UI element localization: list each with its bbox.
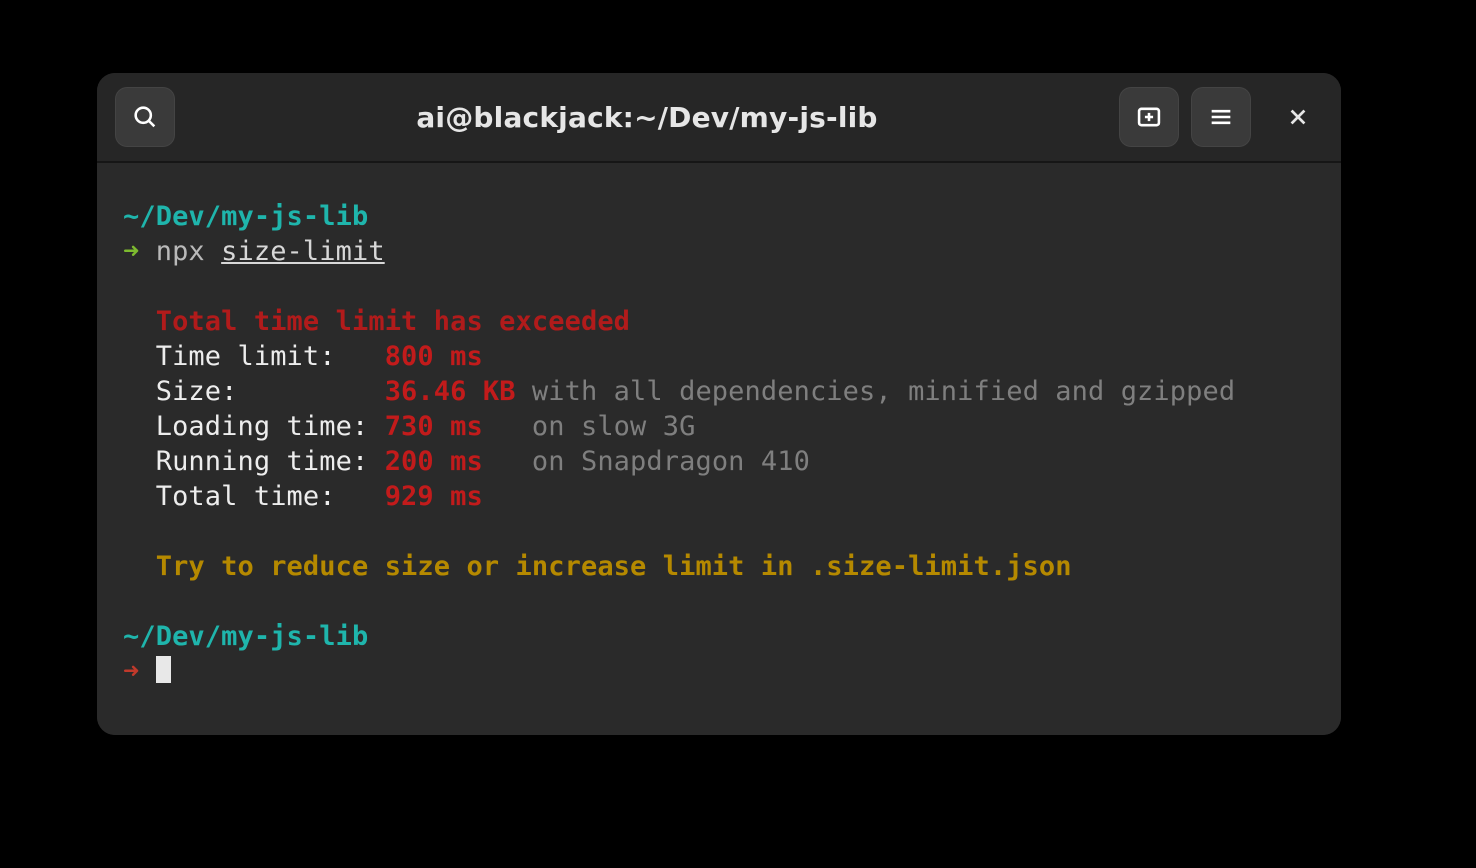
command-name: size-limit <box>221 236 385 267</box>
menu-button[interactable] <box>1191 87 1251 147</box>
terminal-window: ai@blackjack:~/Dev/my-js-lib ~/Dev/my-js… <box>97 73 1341 735</box>
prompt-arrow-error: ➜ <box>123 656 139 687</box>
tip-prefix: Try to reduce size or increase limit in <box>156 551 810 582</box>
label-total: Total time: <box>156 481 385 512</box>
search-icon <box>131 103 159 131</box>
value-total: 929 ms <box>385 481 483 512</box>
value-time-limit: 800 ms <box>385 341 483 372</box>
label-running: Running time: <box>156 446 385 477</box>
new-tab-icon <box>1135 103 1163 131</box>
note-loading: on slow 3G <box>483 411 696 442</box>
prompt-path-2: ~/Dev/my-js-lib <box>123 621 368 652</box>
command-prefix: npx <box>156 236 221 267</box>
value-loading: 730 ms <box>385 411 483 442</box>
search-button[interactable] <box>115 87 175 147</box>
prompt-arrow: ➜ <box>123 236 139 267</box>
prompt-path: ~/Dev/my-js-lib <box>123 201 368 232</box>
label-time-limit: Time limit: <box>156 341 385 372</box>
terminal-body[interactable]: ~/Dev/my-js-lib ➜ npx size-limit Total ti… <box>97 163 1341 735</box>
hamburger-icon <box>1207 103 1235 131</box>
close-icon <box>1287 106 1309 128</box>
value-running: 200 ms <box>385 446 483 477</box>
note-running: on Snapdragon 410 <box>483 446 810 477</box>
error-headline: Total time limit has exceeded <box>156 306 630 337</box>
titlebar: ai@blackjack:~/Dev/my-js-lib <box>97 73 1341 163</box>
new-tab-button[interactable] <box>1119 87 1179 147</box>
note-size: with all dependencies, minified and gzip… <box>516 376 1236 407</box>
label-loading: Loading time: <box>156 411 385 442</box>
close-button[interactable] <box>1273 92 1323 142</box>
tip-filename: .size-limit.json <box>810 551 1072 582</box>
cursor <box>156 656 171 683</box>
label-size: Size: <box>156 376 385 407</box>
value-size: 36.46 KB <box>385 376 516 407</box>
tip-text: Try to reduce size or increase limit in … <box>156 551 1072 582</box>
window-title: ai@blackjack:~/Dev/my-js-lib <box>187 101 1107 134</box>
